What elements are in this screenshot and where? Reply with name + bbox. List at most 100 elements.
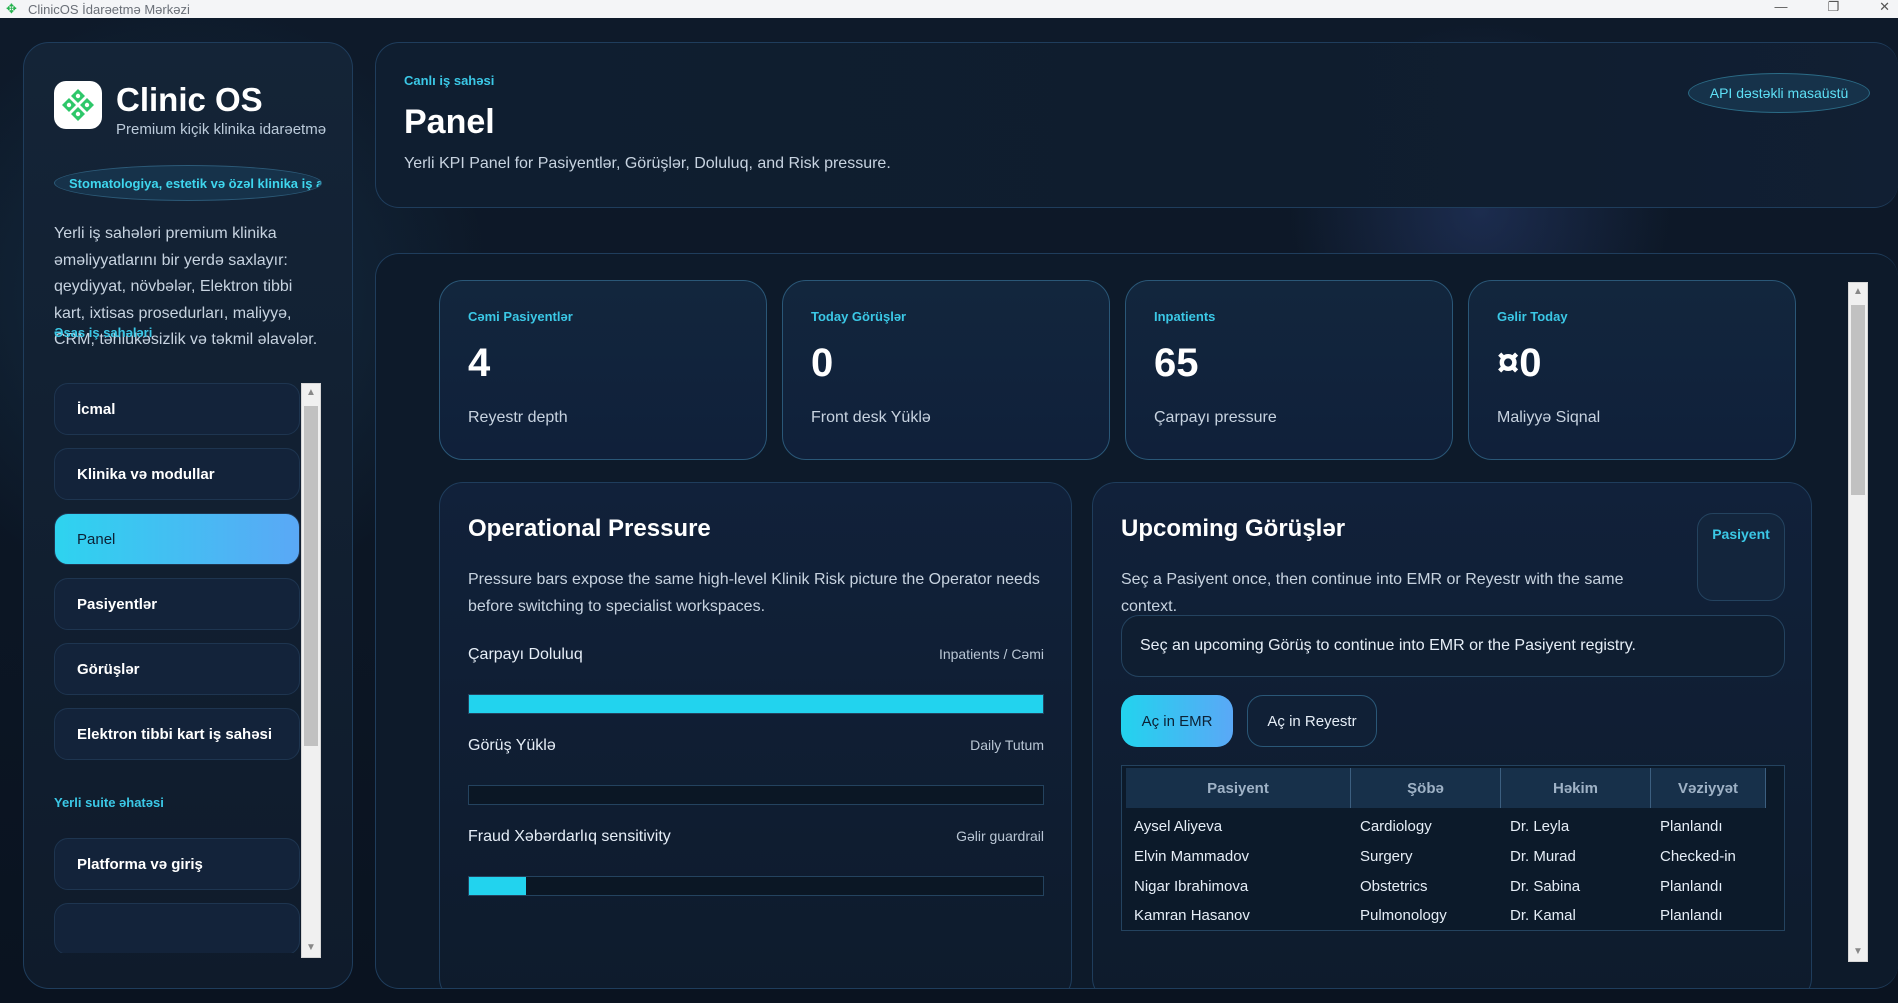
column-header-status[interactable]: Vəziyyət [1651, 768, 1766, 808]
table-row[interactable]: Nigar Ibrahimova Obstetrics Dr. Sabina P… [1134, 878, 1723, 895]
column-header-patient[interactable]: Pasiyent [1126, 768, 1351, 808]
cell-status: Planlandı [1660, 907, 1723, 924]
cell-department: Obstetrics [1360, 878, 1428, 895]
table-row[interactable]: Aysel Aliyeva Cardiology Dr. Leyla Planl… [1134, 818, 1723, 835]
specialty-tag: Stomatologiya, estetik və özəl klinika i… [54, 165, 322, 201]
window-controls: — ❐ ✕ [1774, 0, 1890, 14]
sidebar: Clinic OS Premium kiçik klinika idarəetm… [23, 42, 353, 989]
appointments-table: Pasiyent Şöbə Həkim Vəziyyət Aysel Aliye… [1121, 765, 1785, 931]
sidebar-item-emr[interactable]: Elektron tibbi kart iş sahəsi [54, 708, 300, 760]
sidebar-item-clinic-modules[interactable]: Klinika və modullar [54, 448, 300, 500]
table-row[interactable]: Elvin Mammadov Surgery Dr. Murad Checked… [1134, 848, 1736, 865]
selection-hint: Seç an upcoming Görüş to continue into E… [1121, 615, 1785, 677]
kpi-value: ¤0 [1497, 341, 1542, 385]
cell-status: Planlandı [1660, 818, 1723, 835]
table-header: Pasiyent Şöbə Həkim Vəziyyət [1126, 768, 1766, 808]
cell-doctor: Dr. Sabina [1510, 878, 1581, 895]
maximize-icon[interactable]: ❐ [1827, 0, 1839, 14]
cell-patient: Kamran Hasanov [1134, 907, 1250, 924]
scroll-down-icon[interactable]: ▼ [1849, 943, 1867, 961]
cell-department: Cardiology [1360, 818, 1432, 835]
dashboard-main: Cəmi Pasiyentlər 4 Reyestr depth Today G… [375, 253, 1898, 989]
brand-title: Clinic OS [116, 81, 263, 118]
column-header-department[interactable]: Şöbə [1351, 768, 1501, 808]
main-scrollbar[interactable]: ▲ ▼ [1848, 282, 1868, 962]
bar-fill [469, 877, 527, 895]
sidebar-item-overview[interactable]: İcmal [54, 383, 300, 435]
card-title: Operational Pressure [468, 515, 711, 542]
bar-meta: Daily Tutum [970, 737, 1044, 753]
sidebar-nav: İcmal Klinika və modullar Panel Pasiyent… [54, 383, 324, 953]
card-description: Pressure bars expose the same high-level… [468, 571, 1040, 615]
cell-patient: Elvin Mammadov [1134, 848, 1250, 865]
kpi-card-today-appointments: Today Görüşlər 0 Front desk Yüklə [782, 280, 1110, 460]
cell-patient: Nigar Ibrahimova [1134, 878, 1249, 895]
kpi-label: Inpatients [1154, 309, 1216, 324]
cell-doctor: Dr. Kamal [1510, 907, 1576, 924]
app-logo-icon: ✥ [6, 1, 17, 16]
scroll-up-icon[interactable]: ▲ [302, 384, 320, 402]
sidebar-item-platform-access[interactable]: Platforma və giriş [54, 838, 300, 890]
sidebar-scrollbar[interactable]: ▲ ▼ [301, 383, 321, 958]
kpi-label: Today Görüşlər [811, 309, 907, 324]
sidebar-item-appointments[interactable]: Görüşlər [54, 643, 300, 695]
page-subtitle: Yerli KPI Panel for Pasiyentlər, Görüşlə… [404, 155, 891, 172]
window-title: ClinicOS İdarəetmə Mərkəzi [28, 1, 190, 17]
section-main-workspaces: Əsas iş sahələri [54, 325, 153, 340]
kpi-label: Gəlir Today [1497, 309, 1568, 324]
close-icon[interactable]: ✕ [1879, 0, 1890, 14]
brand: Clinic OS Premium kiçik klinika idarəetm… [54, 81, 326, 138]
brand-subtitle: Premium kiçik klinika idarəetmə [116, 121, 326, 138]
column-header-doctor[interactable]: Həkim [1501, 768, 1651, 808]
main-scroll-thumb[interactable] [1851, 305, 1865, 495]
window-titlebar: ✥ ClinicOS İdarəetmə Mərkəzi — ❐ ✕ [0, 0, 1898, 18]
section-suite-coverage: Yerli suite əhatəsi [54, 795, 164, 810]
clinic-logo-icon [54, 81, 102, 129]
upcoming-appointments-card: Upcoming Görüşlər Seç a Pasiyent once, t… [1092, 482, 1812, 988]
kpi-value: 0 [811, 341, 834, 385]
kpi-card-revenue-today: Gəlir Today ¤0 Maliyyə Siqnal [1468, 280, 1796, 460]
cell-department: Surgery [1360, 848, 1413, 865]
bar-track [468, 876, 1044, 896]
kpi-hint: Reyestr depth [468, 409, 568, 426]
kpi-hint: Maliyyə Siqnal [1497, 409, 1601, 426]
bar-fill [469, 695, 1043, 713]
page-header: Canlı iş sahəsi Panel Yerli KPI Panel fo… [375, 42, 1898, 208]
kpi-label: Cəmi Pasiyentlər [468, 309, 573, 324]
page-eyebrow: Canlı iş sahəsi [404, 73, 495, 88]
sidebar-item-panel[interactable]: Panel [54, 513, 300, 565]
bar-label: Görüş Yüklə [468, 737, 556, 754]
bar-label: Fraud Xəbərdarlıq sensitivity [468, 828, 671, 845]
kpi-card-total-patients: Cəmi Pasiyentlər 4 Reyestr depth [439, 280, 767, 460]
sidebar-item-next[interactable] [54, 903, 300, 953]
bar-meta: Inpatients / Cəmi [938, 646, 1044, 662]
cell-patient: Aysel Aliyeva [1134, 818, 1223, 835]
cell-doctor: Dr. Leyla [1510, 818, 1570, 835]
kpi-value: 65 [1154, 341, 1199, 385]
kpi-card-inpatients: Inpatients 65 Çarpayı pressure [1125, 280, 1453, 460]
sidebar-item-patients[interactable]: Pasiyentlər [54, 578, 300, 630]
operational-pressure-card: Operational Pressure Pressure bars expos… [439, 482, 1072, 988]
api-badge: API dəstəkli masaüstü [1688, 73, 1870, 113]
kpi-hint: Front desk Yüklə [811, 409, 931, 426]
kpi-value: 4 [468, 341, 491, 385]
sidebar-scroll-thumb[interactable] [304, 406, 318, 746]
cell-doctor: Dr. Murad [1510, 848, 1576, 865]
bar-meta: Gəlir guardrail [956, 828, 1044, 844]
open-in-emr-button[interactable]: Aç in EMR [1121, 695, 1233, 747]
cell-department: Pulmonology [1360, 907, 1447, 924]
scroll-down-icon[interactable]: ▼ [302, 939, 320, 957]
minimize-icon[interactable]: — [1774, 0, 1787, 14]
bar-label: Çarpayı Doluluq [468, 646, 583, 663]
cell-status: Planlandı [1660, 878, 1723, 895]
page-title: Panel [404, 103, 495, 141]
kpi-hint: Çarpayı pressure [1154, 409, 1277, 426]
cell-status: Checked-in [1660, 848, 1736, 865]
open-in-registry-button[interactable]: Aç in Reyestr [1247, 695, 1377, 747]
bar-track [468, 785, 1044, 805]
table-row[interactable]: Kamran Hasanov Pulmonology Dr. Kamal Pla… [1134, 907, 1723, 924]
scroll-up-icon[interactable]: ▲ [1849, 283, 1867, 301]
card-title: Upcoming Görüşlər [1121, 515, 1346, 542]
card-description: Seç a Pasiyent once, then continue into … [1121, 571, 1624, 615]
patient-chip[interactable]: Pasiyent [1697, 513, 1785, 601]
